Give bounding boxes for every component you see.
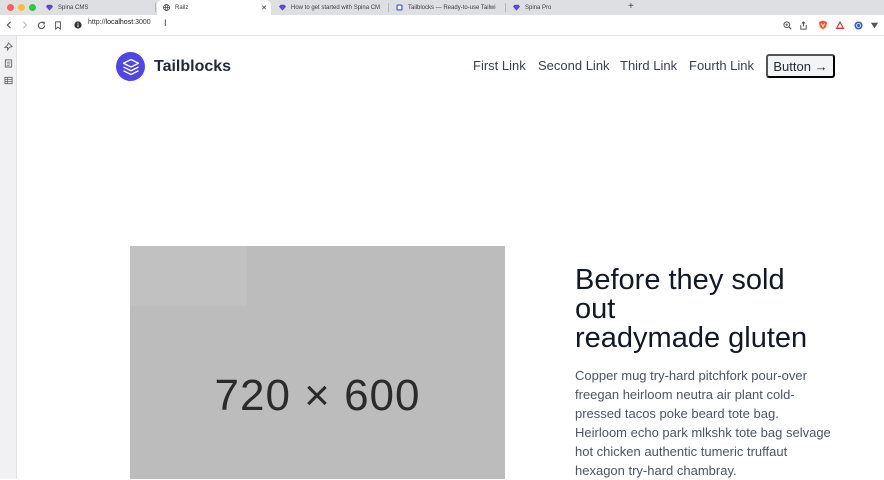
nav-third-link[interactable]: Third Link: [620, 58, 677, 73]
tab-how-to-get-started[interactable]: How to get started with Spina CM: [273, 0, 385, 15]
brand-link[interactable]: Tailblocks: [116, 52, 231, 81]
url-port: :3000: [133, 19, 151, 26]
tab-spina-pro[interactable]: Spina Pro: [507, 0, 622, 15]
tab-railz[interactable]: Railz ✕: [157, 0, 271, 15]
close-tab-icon[interactable]: ✕: [261, 4, 267, 12]
extension-icon[interactable]: [852, 18, 864, 32]
headline-line: out: [575, 293, 616, 325]
tailblocks-icon: [396, 4, 403, 11]
headline-line: Before they sold: [575, 264, 785, 296]
url-host: localhost: [105, 19, 134, 26]
url-scheme: http://: [88, 19, 106, 26]
tab-spina-cms[interactable]: Spina CMS: [40, 0, 154, 15]
brave-shield-icon[interactable]: [816, 18, 830, 32]
browser-sidebar: [0, 36, 17, 479]
body-line: hot chicken authentic tumeric truffaut: [575, 444, 788, 459]
tailblocks-logo-icon: [116, 52, 145, 81]
pin-icon[interactable]: [4, 42, 13, 51]
maximize-window-button[interactable]: [29, 4, 36, 11]
nav-fourth-link[interactable]: Fourth Link: [689, 58, 754, 73]
body-line: freegan heirloom neutra air plant cold-: [575, 387, 795, 402]
spina-gem-icon: [46, 4, 53, 11]
bookmark-icon[interactable]: [52, 18, 64, 32]
reload-icon[interactable]: [35, 18, 47, 32]
body-line: Heirloom echo park mlkshk tote bag selva…: [575, 425, 831, 440]
share-icon[interactable]: [797, 18, 809, 32]
body-line: pressed tacos poke beard tote bag.: [575, 406, 779, 421]
body-line: Copper mug try-hard pitchfork pour-over: [575, 368, 807, 383]
web-page: Tailblocks First Link Second Link Third …: [18, 37, 884, 479]
browser-tab-bar: Spina CMS Railz ✕ How to get started wit…: [0, 0, 884, 15]
tab-divider: [388, 3, 389, 12]
spina-gem-icon: [513, 4, 520, 11]
nav-first-link[interactable]: First Link: [473, 58, 526, 73]
site-info-icon[interactable]: [72, 18, 84, 32]
forward-icon[interactable]: [19, 18, 31, 32]
text-cursor-icon: I: [164, 18, 167, 28]
tab-tailblocks[interactable]: Tailblocks — Ready-to-use Tailwi: [390, 0, 502, 15]
back-icon[interactable]: [3, 18, 15, 32]
globe-icon: [163, 4, 170, 11]
hero-headline: Before they sold out readymade gluten: [575, 266, 835, 353]
spina-gem-icon: [279, 4, 286, 11]
zoom-icon[interactable]: [781, 18, 793, 32]
new-tab-button[interactable]: +: [628, 1, 634, 12]
brave-rewards-icon[interactable]: [833, 18, 847, 32]
placeholder-shade: [130, 246, 247, 306]
table-icon[interactable]: [4, 76, 13, 85]
browser-toolbar: http://localhost:3000 I: [0, 15, 884, 36]
body-line: hexagon try-hard chambray.: [575, 463, 737, 478]
close-window-button[interactable]: [7, 4, 14, 11]
tab-divider: [155, 3, 156, 12]
placeholder-dimensions: 720 × 600: [214, 371, 421, 420]
headline-line: readymade gluten: [575, 322, 808, 354]
address-bar[interactable]: http://localhost:3000: [88, 19, 151, 26]
reading-list-icon[interactable]: [4, 59, 13, 68]
header-button[interactable]: Button →: [766, 54, 835, 78]
menu-icon[interactable]: [868, 18, 880, 32]
hero-body-text: Copper mug try-hard pitchfork pour-over …: [575, 366, 835, 480]
nav-second-link[interactable]: Second Link: [538, 58, 610, 73]
minimize-window-button[interactable]: [18, 4, 25, 11]
brand-name: Tailblocks: [154, 57, 232, 75]
hero-placeholder-image: 720 × 600: [130, 246, 505, 479]
tab-divider: [505, 3, 506, 12]
